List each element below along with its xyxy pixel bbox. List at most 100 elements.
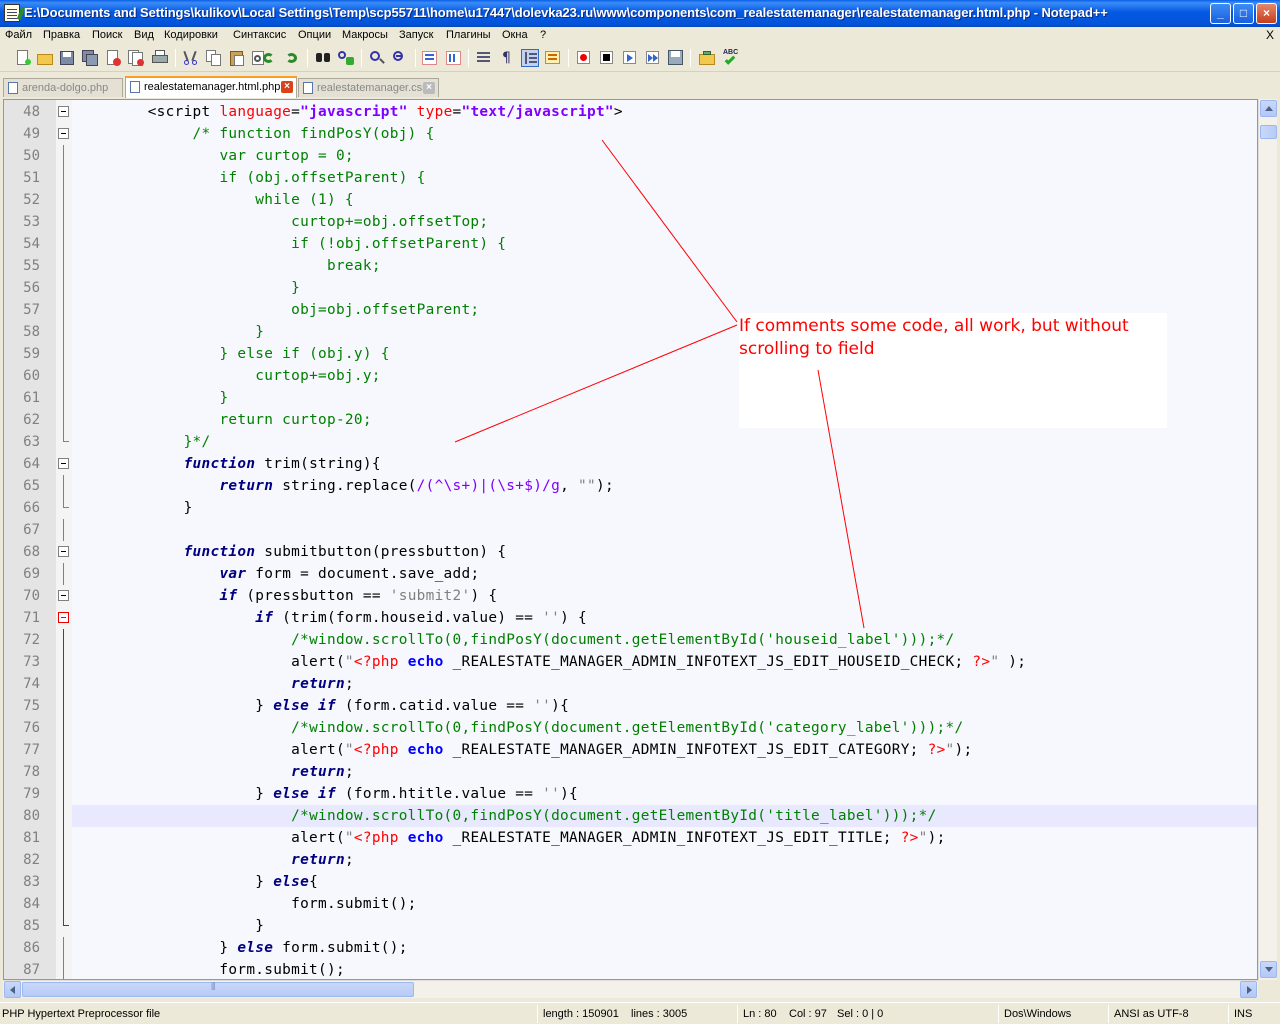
- code-text[interactable]: function submitbutton(pressbutton) {: [72, 541, 1257, 563]
- close-document-icon[interactable]: X: [1266, 28, 1274, 42]
- code-text[interactable]: alert("<?php echo _REALESTATE_MANAGER_AD…: [72, 739, 1257, 761]
- cut-icon[interactable]: [182, 49, 200, 67]
- code-text[interactable]: <script language="javascript" type="text…: [72, 101, 1257, 123]
- sync-horizontal-icon[interactable]: [445, 49, 463, 67]
- code-text[interactable]: return;: [72, 761, 1257, 783]
- paste-icon[interactable]: [228, 49, 246, 67]
- vertical-scroll-thumb[interactable]: [1260, 125, 1277, 139]
- menu-macros[interactable]: Макросы: [342, 29, 388, 41]
- code-text[interactable]: alert("<?php echo _REALESTATE_MANAGER_AD…: [72, 651, 1257, 673]
- code-text[interactable]: } else if (form.catid.value == ''){: [72, 695, 1257, 717]
- fold-toggle-icon[interactable]: [58, 590, 69, 601]
- code-line[interactable]: 67: [4, 519, 1257, 541]
- code-editor[interactable]: 48 <script language="javascript" type="t…: [3, 99, 1258, 980]
- vertical-scrollbar[interactable]: [1258, 99, 1277, 980]
- save-macro-icon[interactable]: [667, 49, 685, 67]
- code-text[interactable]: } else if (form.htitle.value == ''){: [72, 783, 1257, 805]
- code-line[interactable]: 79 } else if (form.htitle.value == ''){: [4, 783, 1257, 805]
- copy-icon[interactable]: [205, 49, 223, 67]
- code-line[interactable]: 48 <script language="javascript" type="t…: [4, 101, 1257, 123]
- code-text[interactable]: alert("<?php echo _REALESTATE_MANAGER_AD…: [72, 827, 1257, 849]
- horizontal-scroll-thumb[interactable]: [22, 982, 414, 997]
- code-line[interactable]: 54 if (!obj.offsetParent) {: [4, 233, 1257, 255]
- close-window-button[interactable]: ×: [1256, 3, 1277, 24]
- run-macro-multiple-icon[interactable]: [644, 49, 662, 67]
- code-text[interactable]: }*/: [72, 431, 1257, 453]
- menu-help[interactable]: ?: [540, 29, 546, 41]
- redo-icon[interactable]: [283, 49, 301, 67]
- tree-view-icon[interactable]: [698, 49, 716, 67]
- indent-guide-icon[interactable]: [521, 49, 539, 67]
- menu-syntax[interactable]: Синтаксис: [233, 29, 286, 41]
- code-text[interactable]: form.submit();: [72, 893, 1257, 915]
- save-icon[interactable]: [58, 49, 76, 67]
- code-line[interactable]: 63 }*/: [4, 431, 1257, 453]
- code-text[interactable]: break;: [72, 255, 1257, 277]
- code-line[interactable]: 66 }: [4, 497, 1257, 519]
- code-text[interactable]: if (!obj.offsetParent) {: [72, 233, 1257, 255]
- menu-view[interactable]: Вид: [134, 29, 154, 41]
- title-bar[interactable]: E:\Documents and Settings\kulikov\Local …: [0, 0, 1280, 27]
- code-line[interactable]: 53 curtop+=obj.offsetTop;: [4, 211, 1257, 233]
- menu-encoding[interactable]: Кодировки: [164, 29, 218, 41]
- maximize-button[interactable]: □: [1233, 3, 1254, 24]
- stop-macro-icon[interactable]: [598, 49, 616, 67]
- fold-toggle-icon[interactable]: [58, 128, 69, 139]
- code-line[interactable]: 72 /*window.scrollTo(0,findPosY(document…: [4, 629, 1257, 651]
- code-line[interactable]: 80 /*window.scrollTo(0,findPosY(document…: [4, 805, 1257, 827]
- scroll-left-icon[interactable]: [4, 981, 21, 998]
- menu-run[interactable]: Запуск: [399, 29, 433, 41]
- new-file-icon[interactable]: [14, 49, 32, 67]
- open-file-icon[interactable]: [36, 49, 54, 67]
- code-line[interactable]: 68 function submitbutton(pressbutton) {: [4, 541, 1257, 563]
- code-text[interactable]: if (pressbutton == 'submit2') {: [72, 585, 1257, 607]
- play-macro-icon[interactable]: [621, 49, 639, 67]
- code-line[interactable]: 75 } else if (form.catid.value == ''){: [4, 695, 1257, 717]
- tab-realestatemanager-css[interactable]: realestatemanager.css ×: [298, 78, 439, 97]
- close-tab-icon[interactable]: ×: [423, 82, 435, 94]
- code-text[interactable]: }: [72, 277, 1257, 299]
- menu-plugins[interactable]: Плагины: [446, 29, 491, 41]
- code-line[interactable]: 69 var form = document.save_add;: [4, 563, 1257, 585]
- code-text[interactable]: } else form.submit();: [72, 937, 1257, 959]
- code-line[interactable]: 55 break;: [4, 255, 1257, 277]
- code-text[interactable]: [72, 519, 1257, 541]
- code-line[interactable]: 49 /* function findPosY(obj) {: [4, 123, 1257, 145]
- print-icon[interactable]: [151, 49, 169, 67]
- code-text[interactable]: }: [72, 915, 1257, 937]
- code-text[interactable]: var curtop = 0;: [72, 145, 1257, 167]
- code-line[interactable]: 76 /*window.scrollTo(0,findPosY(document…: [4, 717, 1257, 739]
- menu-options[interactable]: Опции: [298, 29, 331, 41]
- zoom-in-icon[interactable]: [368, 49, 386, 67]
- code-line[interactable]: 71 if (trim(form.houseid.value) == '') {: [4, 607, 1257, 629]
- code-text[interactable]: }: [72, 497, 1257, 519]
- scroll-up-icon[interactable]: [1260, 100, 1277, 117]
- show-all-chars-icon[interactable]: ¶: [498, 49, 516, 67]
- code-line[interactable]: 85 }: [4, 915, 1257, 937]
- code-line[interactable]: 52 while (1) {: [4, 189, 1257, 211]
- fold-toggle-icon[interactable]: [58, 458, 69, 469]
- minimize-button[interactable]: _: [1210, 3, 1231, 24]
- code-text[interactable]: if (trim(form.houseid.value) == '') {: [72, 607, 1257, 629]
- record-macro-icon[interactable]: [575, 49, 593, 67]
- code-line[interactable]: 82 return;: [4, 849, 1257, 871]
- code-line[interactable]: 86 } else form.submit();: [4, 937, 1257, 959]
- code-line[interactable]: 83 } else{: [4, 871, 1257, 893]
- scroll-right-icon[interactable]: [1240, 981, 1257, 998]
- code-line[interactable]: 64 function trim(string){: [4, 453, 1257, 475]
- code-text[interactable]: return;: [72, 673, 1257, 695]
- find-icon[interactable]: [314, 49, 332, 67]
- undo-icon[interactable]: [260, 49, 278, 67]
- close-all-icon[interactable]: [127, 49, 145, 67]
- code-line[interactable]: 78 return;: [4, 761, 1257, 783]
- code-text[interactable]: /*window.scrollTo(0,findPosY(document.ge…: [72, 629, 1257, 651]
- code-text[interactable]: /*window.scrollTo(0,findPosY(document.ge…: [72, 805, 1257, 827]
- code-line[interactable]: 56 }: [4, 277, 1257, 299]
- menu-search[interactable]: Поиск: [92, 29, 122, 41]
- code-line[interactable]: 84 form.submit();: [4, 893, 1257, 915]
- code-line[interactable]: 73 alert("<?php echo _REALESTATE_MANAGER…: [4, 651, 1257, 673]
- code-text[interactable]: function trim(string){: [72, 453, 1257, 475]
- tab-realestatemanager-html-php[interactable]: realestatemanager.html.php ×: [125, 76, 297, 98]
- menu-edit[interactable]: Правка: [43, 29, 80, 41]
- close-icon[interactable]: [104, 49, 122, 67]
